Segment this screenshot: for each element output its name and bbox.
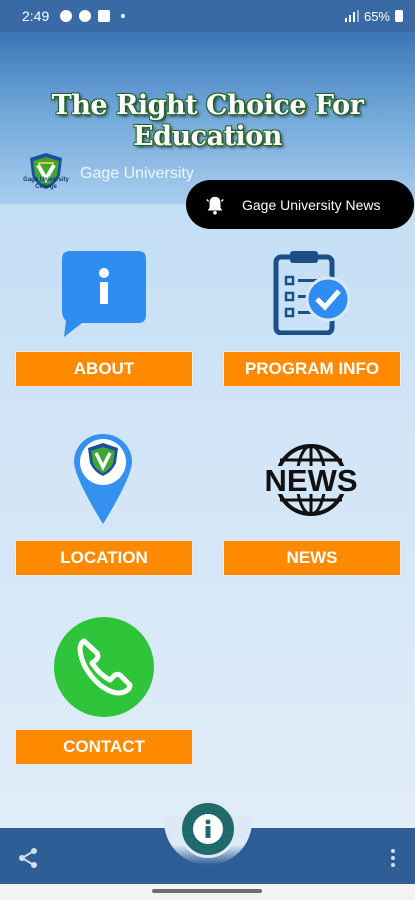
battery-icon — [395, 10, 403, 22]
bell-icon — [206, 196, 224, 215]
header-banner: The Right Choice For Education Gage Univ… — [0, 32, 415, 204]
status-bar: 2:49 65% — [0, 0, 415, 32]
map-pin-icon[interactable] — [72, 432, 134, 526]
about-button[interactable]: ABOUT — [15, 351, 193, 387]
news-button[interactable]: NEWS — [223, 540, 401, 576]
news-notification-pill[interactable]: Gage University News — [186, 180, 414, 229]
svg-text:NEWS: NEWS — [265, 463, 358, 498]
location-button[interactable]: LOCATION — [15, 540, 193, 576]
app-status-icon — [98, 10, 111, 22]
share-icon[interactable] — [16, 846, 40, 870]
info-icon — [193, 814, 223, 844]
university-logo-icon — [30, 153, 62, 189]
signal-icon — [344, 10, 359, 22]
battery-percent: 65% — [363, 8, 390, 24]
clipboard-check-icon[interactable] — [272, 249, 352, 335]
banner-title: The Right Choice For Education — [51, 90, 364, 152]
home-gesture-handle[interactable] — [152, 889, 262, 893]
university-name: Gage University — [80, 165, 194, 182]
program-info-button[interactable]: PROGRAM INFO — [223, 351, 401, 387]
phone-icon[interactable] — [54, 617, 154, 717]
notification-label: Gage University News — [242, 196, 381, 213]
status-left: 2:49 — [22, 8, 126, 24]
news-globe-icon[interactable]: NEWS — [258, 443, 364, 517]
status-time: 2:49 — [22, 8, 50, 24]
contact-button[interactable]: CONTACT — [15, 729, 193, 765]
info-fab[interactable] — [179, 800, 237, 858]
location-status-icon — [60, 10, 73, 22]
info-chat-icon[interactable] — [62, 251, 146, 337]
status-right: 65% — [344, 8, 403, 24]
more-notifications-icon — [121, 14, 126, 18]
more-vertical-icon[interactable] — [388, 848, 398, 868]
messenger-status-icon — [79, 10, 92, 22]
logo-caption: Gage University College — [23, 177, 69, 190]
